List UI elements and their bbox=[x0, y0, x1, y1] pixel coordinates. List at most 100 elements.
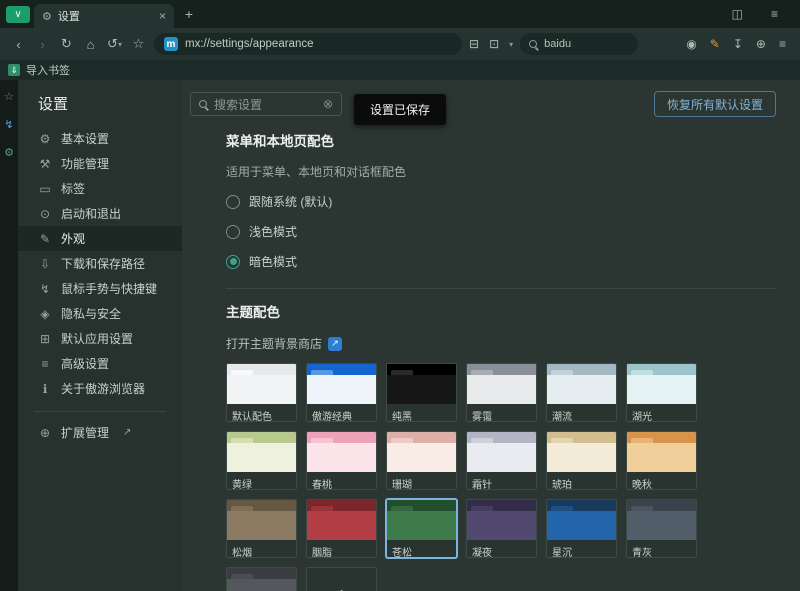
theme-card[interactable]: 纯黑 bbox=[386, 363, 457, 422]
external-link-icon: ↗ bbox=[123, 427, 131, 438]
tab-settings[interactable]: ⚙ 设置 × bbox=[34, 4, 174, 28]
home-button[interactable]: ⌂ bbox=[82, 37, 99, 52]
theme-card[interactable]: 星沉 bbox=[546, 499, 617, 558]
sidebar-item[interactable]: ✎外观 bbox=[18, 226, 182, 251]
sidebar-item[interactable]: ⇩下载和保存路径 bbox=[18, 251, 182, 276]
sidebar-item[interactable]: ▭标签 bbox=[18, 176, 182, 201]
color-mode-radio[interactable]: 浅色模式 bbox=[226, 223, 297, 240]
color-section-title: 菜单和本地页配色 bbox=[226, 130, 776, 150]
tab-close-icon[interactable]: × bbox=[159, 9, 166, 23]
theme-swatch bbox=[547, 364, 616, 404]
gear-icon: ⚙ bbox=[42, 10, 52, 23]
sidebar-item[interactable]: ⊙启动和退出 bbox=[18, 201, 182, 226]
sidebar-item-label: 默认应用设置 bbox=[61, 330, 133, 347]
address-bar[interactable]: m mx://settings/appearance bbox=[154, 33, 462, 55]
note-icon[interactable]: ✎ bbox=[710, 37, 720, 51]
settings-search-placeholder: 搜索设置 bbox=[214, 96, 316, 113]
content-header: 搜索设置 ⊗ 恢复所有默认设置 bbox=[182, 80, 800, 118]
theme-card[interactable]: 黄绿 bbox=[226, 431, 297, 490]
download-icon[interactable]: ↧ bbox=[733, 37, 743, 51]
theme-swatch bbox=[547, 432, 616, 472]
restore-defaults-button[interactable]: 恢复所有默认设置 bbox=[654, 91, 776, 117]
split-view-button[interactable]: ⊡ bbox=[489, 37, 499, 51]
sidebar-item[interactable]: ≡高级设置 bbox=[18, 351, 182, 376]
theme-card[interactable]: 苍松 bbox=[386, 499, 457, 558]
window-menu-icon[interactable]: ≡ bbox=[771, 7, 778, 21]
theme-card[interactable]: 暗夜 bbox=[226, 567, 297, 591]
side-rail: ☆ ↯ ⚙ bbox=[0, 80, 18, 591]
favorite-star-button[interactable]: ☆ bbox=[130, 36, 147, 52]
theme-card[interactable]: 凝夜 bbox=[466, 499, 537, 558]
theme-swatch bbox=[387, 432, 456, 472]
bookmarks-bar: ⇓ 导入书签 bbox=[0, 60, 800, 80]
theme-card[interactable]: 雾霭 bbox=[466, 363, 537, 422]
theme-card[interactable]: 傲游经典 bbox=[306, 363, 377, 422]
snapshot-camera-icon[interactable]: ◉ bbox=[686, 37, 696, 51]
toolbar-right-icons: ◉ ✎ ↧ ⊕ ≡ bbox=[686, 37, 786, 51]
sidebar-item-label: 外观 bbox=[61, 230, 85, 247]
quick-search-box[interactable]: baidu bbox=[520, 33, 638, 55]
theme-label: 霜针 bbox=[467, 472, 536, 489]
maxthon-menu-button[interactable]: ∨ bbox=[6, 6, 30, 23]
import-bookmarks-button[interactable]: 导入书签 bbox=[26, 62, 70, 78]
theme-card[interactable]: 湖光 bbox=[626, 363, 697, 422]
extensions-icon: ⊕ bbox=[38, 426, 52, 440]
rail-settings-icon[interactable]: ⚙ bbox=[4, 146, 14, 159]
tools-icon: ⚒ bbox=[38, 157, 52, 171]
color-mode-radio[interactable]: 暗色模式 bbox=[226, 253, 297, 270]
theme-card[interactable]: 琥珀 bbox=[546, 431, 617, 490]
sidebar-item[interactable]: ℹ关于傲游浏览器 bbox=[18, 376, 182, 401]
tab-title: 设置 bbox=[58, 8, 153, 24]
color-mode-radio[interactable]: 跟随系统 (默认) bbox=[226, 193, 332, 210]
open-theme-store-link[interactable]: 打开主题背景商店 ↗ bbox=[226, 335, 342, 352]
radio-icon bbox=[226, 255, 240, 269]
refresh-button[interactable]: ↻ bbox=[58, 36, 75, 52]
chevron-down-icon: ▾ bbox=[118, 40, 122, 49]
theme-card[interactable]: 松烟 bbox=[226, 499, 297, 558]
browser-window: ∨ ⚙ 设置 × + ◫ ≡ ‹ › ↻ ⌂ ↺ ▾ ☆ m mx://sett… bbox=[0, 0, 800, 591]
theme-label: 晚秋 bbox=[627, 472, 696, 489]
sidebar-item-label: 隐私与安全 bbox=[61, 305, 121, 322]
theme-card[interactable]: 春桃 bbox=[306, 431, 377, 490]
theme-label: 默认配色 bbox=[227, 404, 296, 421]
sidebar-item-label: 功能管理 bbox=[61, 155, 109, 172]
reader-mode-button[interactable]: ⊟ bbox=[469, 37, 479, 51]
settings-content: 搜索设置 ⊗ 恢复所有默认设置 菜单和本地页配色 适用于菜单、本地页和对话框配色… bbox=[182, 80, 800, 591]
radio-label: 暗色模式 bbox=[249, 253, 297, 270]
sidebar-item[interactable]: ◈隐私与安全 bbox=[18, 301, 182, 326]
window-restore-icon[interactable]: ◫ bbox=[732, 7, 743, 21]
theme-card[interactable]: 潮流 bbox=[546, 363, 617, 422]
theme-card[interactable]: 胭脂 bbox=[306, 499, 377, 558]
theme-swatch bbox=[627, 500, 696, 540]
sidebar-item[interactable]: ⚙基本设置 bbox=[18, 126, 182, 151]
chevron-down-icon[interactable]: ▾ bbox=[509, 40, 513, 49]
settings-search-input[interactable]: 搜索设置 ⊗ bbox=[190, 92, 342, 116]
sidebar-item[interactable]: ⚒ 功能管理 bbox=[18, 151, 182, 176]
sidebar-item[interactable]: ↯鼠标手势与快捷键 bbox=[18, 276, 182, 301]
sidebar-item[interactable]: ⊞默认应用设置 bbox=[18, 326, 182, 351]
search-engine-label: baidu bbox=[544, 38, 571, 50]
theme-card[interactable]: 霜针 bbox=[466, 431, 537, 490]
theme-card[interactable]: 晚秋 bbox=[626, 431, 697, 490]
rail-passkeeper-icon[interactable]: ↯ bbox=[4, 118, 13, 131]
add-theme-card[interactable]: + bbox=[306, 567, 377, 591]
back-button[interactable]: ‹ bbox=[10, 37, 27, 52]
extensions-icon[interactable]: ⊕ bbox=[756, 37, 766, 51]
new-tab-button[interactable]: + bbox=[178, 3, 200, 25]
settings-title: 设置 bbox=[18, 80, 182, 126]
forward-button[interactable]: › bbox=[34, 37, 51, 52]
browser-menu-icon[interactable]: ≡ bbox=[779, 37, 786, 51]
sidebar-item-extensions[interactable]: ⊕ 扩展管理 ↗ bbox=[18, 420, 182, 445]
sidebar-item-label: 高级设置 bbox=[61, 355, 109, 372]
theme-card[interactable]: 青灰 bbox=[626, 499, 697, 558]
theme-card[interactable]: 珊瑚 bbox=[386, 431, 457, 490]
theme-label: 春桃 bbox=[307, 472, 376, 489]
clear-search-icon[interactable]: ⊗ bbox=[323, 97, 333, 111]
theme-label: 星沉 bbox=[547, 540, 616, 557]
gear-icon: ⚙ bbox=[38, 132, 52, 146]
rail-favorites-icon[interactable]: ☆ bbox=[4, 90, 14, 103]
undo-button[interactable]: ↺ ▾ bbox=[106, 36, 123, 52]
theme-label: 青灰 bbox=[627, 540, 696, 557]
theme-swatch bbox=[227, 364, 296, 404]
theme-card[interactable]: 默认配色 bbox=[226, 363, 297, 422]
